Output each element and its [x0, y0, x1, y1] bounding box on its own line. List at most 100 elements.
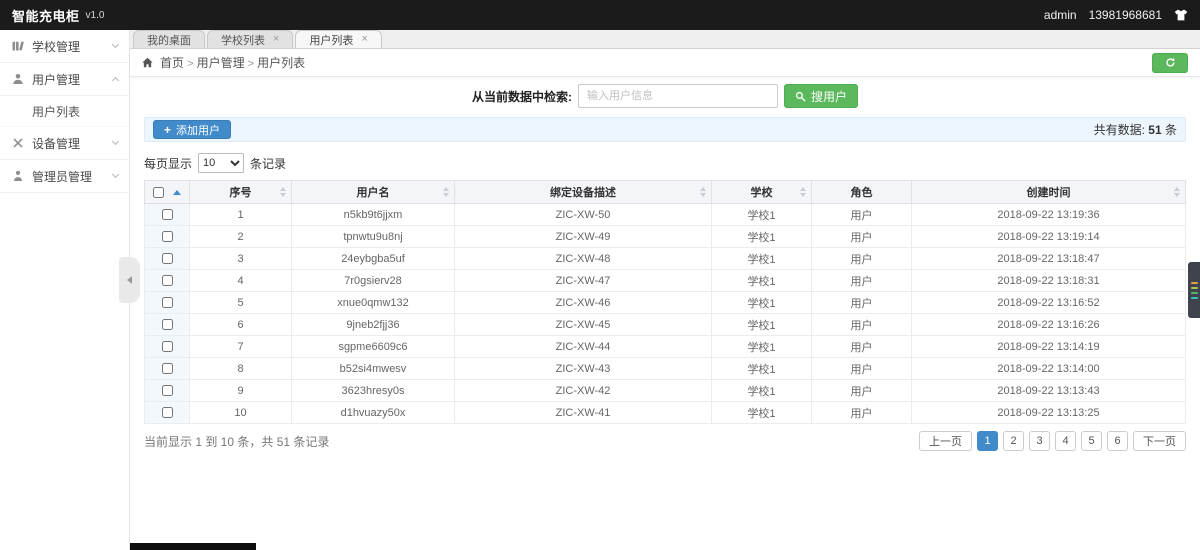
sidebar-subitem[interactable]: 用户列表	[0, 96, 129, 127]
row-checkbox[interactable]	[162, 385, 173, 396]
search-input[interactable]	[578, 84, 778, 108]
topbar: 智能充电柜 v1.0 admin 13981968681	[0, 0, 1200, 30]
row-checkbox[interactable]	[162, 407, 173, 418]
search-button[interactable]: 搜用户	[784, 84, 858, 108]
pagination-next[interactable]: 下一页	[1133, 431, 1186, 451]
column-header-4: 角色	[812, 181, 912, 204]
username-label: admin	[1044, 8, 1077, 22]
cell-role: 用户	[812, 358, 912, 380]
page-6[interactable]: 6	[1107, 431, 1128, 451]
cell-role: 用户	[812, 292, 912, 314]
tab-0[interactable]: 我的桌面	[133, 30, 205, 48]
page-2[interactable]: 2	[1003, 431, 1024, 451]
row-checkbox[interactable]	[162, 275, 173, 286]
cell-school: 学校1	[712, 270, 812, 292]
users-table: 序号用户名绑定设备描述学校角色创建时间 1n5kb9t6jjxmZIC-XW-5…	[144, 180, 1186, 424]
sort-icon[interactable]	[443, 187, 449, 197]
cell-school: 学校1	[712, 358, 812, 380]
search-label: 从当前数据中检索:	[472, 88, 572, 105]
cell-school: 学校1	[712, 292, 812, 314]
cell-device-desc: ZIC-XW-46	[455, 292, 712, 314]
page-3[interactable]: 3	[1029, 431, 1050, 451]
tab-bar: 我的桌面学校列表× 用户列表 ×	[130, 30, 1200, 49]
row-select-cell	[145, 358, 190, 380]
cell-school: 学校1	[712, 336, 812, 358]
cell-username: b52si4mwesv	[292, 358, 455, 380]
row-checkbox[interactable]	[162, 253, 173, 264]
cell-index: 7	[190, 336, 292, 358]
sidebar: 学校管理用户管理用户列表设备管理管理员管理	[0, 30, 130, 550]
page-5[interactable]: 5	[1081, 431, 1102, 451]
cell-school: 学校1	[712, 402, 812, 424]
select-all-checkbox[interactable]	[153, 187, 164, 198]
cell-username: 9jneb2fjj36	[292, 314, 455, 336]
side-widget-handle[interactable]	[1188, 262, 1200, 318]
cell-username: tpnwtu9u8nj	[292, 226, 455, 248]
cell-index: 10	[190, 402, 292, 424]
row-select-cell	[145, 248, 190, 270]
refresh-button[interactable]	[1152, 53, 1188, 73]
cell-index: 8	[190, 358, 292, 380]
sort-icon[interactable]	[280, 187, 286, 197]
column-header-5[interactable]: 创建时间	[912, 181, 1186, 204]
tab-2[interactable]: 用户列表 ×	[295, 30, 381, 48]
cell-school: 学校1	[712, 204, 812, 226]
row-checkbox[interactable]	[162, 363, 173, 374]
table-row: 2tpnwtu9u8njZIC-XW-49学校1用户2018-09-22 13:…	[145, 226, 1186, 248]
cell-role: 用户	[812, 248, 912, 270]
pagination-prev[interactable]: 上一页	[919, 431, 972, 451]
row-checkbox[interactable]	[162, 231, 173, 242]
add-user-button[interactable]: + 添加用户	[153, 120, 231, 139]
page-size-select[interactable]: 10	[198, 153, 244, 173]
row-checkbox[interactable]	[162, 319, 173, 330]
row-select-cell	[145, 402, 190, 424]
breadcrumb-item: 用户列表	[257, 56, 305, 70]
cell-school: 学校1	[712, 380, 812, 402]
close-icon[interactable]: ×	[361, 34, 367, 45]
cell-device-desc: ZIC-XW-45	[455, 314, 712, 336]
sort-icon[interactable]	[800, 187, 806, 197]
tshirt-icon[interactable]	[1174, 9, 1188, 21]
sort-icon[interactable]	[700, 187, 706, 197]
chevron-down-icon	[112, 138, 119, 145]
cell-index: 9	[190, 380, 292, 402]
page-4[interactable]: 4	[1055, 431, 1076, 451]
breadcrumb-row: 首页 > 用户管理 > 用户列表	[130, 49, 1200, 77]
tab-1[interactable]: 学校列表×	[207, 30, 293, 48]
sidebar-item-3[interactable]: 管理员管理	[0, 160, 129, 193]
sidebar-item-2[interactable]: 设备管理	[0, 127, 129, 160]
column-header-3[interactable]: 学校	[712, 181, 812, 204]
cell-created-at: 2018-09-22 13:16:52	[912, 292, 1186, 314]
cell-created-at: 2018-09-22 13:14:00	[912, 358, 1186, 380]
sidebar-item-1[interactable]: 用户管理	[0, 63, 129, 96]
table-row: 7sgpme6609c6ZIC-XW-44学校1用户2018-09-22 13:…	[145, 336, 1186, 358]
chevron-down-icon	[112, 171, 119, 178]
breadcrumb-item[interactable]: 用户管理	[197, 56, 245, 70]
cell-username: 24eybgba5uf	[292, 248, 455, 270]
column-header-1[interactable]: 用户名	[292, 181, 455, 204]
page-1[interactable]: 1	[977, 431, 998, 451]
cell-role: 用户	[812, 314, 912, 336]
row-checkbox[interactable]	[162, 297, 173, 308]
table-row: 69jneb2fjj36ZIC-XW-45学校1用户2018-09-22 13:…	[145, 314, 1186, 336]
sidebar-collapse-handle[interactable]	[119, 257, 140, 303]
row-checkbox[interactable]	[162, 209, 173, 220]
row-select-cell	[145, 292, 190, 314]
table-footer: 当前显示 1 到 10 条，共 51 条记录 上一页123456下一页	[144, 431, 1186, 451]
cell-device-desc: ZIC-XW-47	[455, 270, 712, 292]
cell-created-at: 2018-09-22 13:14:19	[912, 336, 1186, 358]
close-icon[interactable]: ×	[273, 34, 279, 45]
column-header-2[interactable]: 绑定设备描述	[455, 181, 712, 204]
breadcrumb-separator: >	[184, 58, 197, 70]
breadcrumb-item[interactable]: 首页	[160, 56, 184, 70]
table-header-row: 序号用户名绑定设备描述学校角色创建时间	[145, 181, 1186, 204]
column-header-0[interactable]: 序号	[190, 181, 292, 204]
sidebar-item-label: 管理员管理	[32, 168, 113, 185]
row-checkbox[interactable]	[162, 341, 173, 352]
sort-icon[interactable]	[1174, 187, 1180, 197]
widget-stripe	[1191, 292, 1198, 294]
cell-index: 5	[190, 292, 292, 314]
sidebar-item-0[interactable]: 学校管理	[0, 30, 129, 63]
tab-label: 用户列表	[309, 32, 353, 48]
cell-created-at: 2018-09-22 13:13:43	[912, 380, 1186, 402]
